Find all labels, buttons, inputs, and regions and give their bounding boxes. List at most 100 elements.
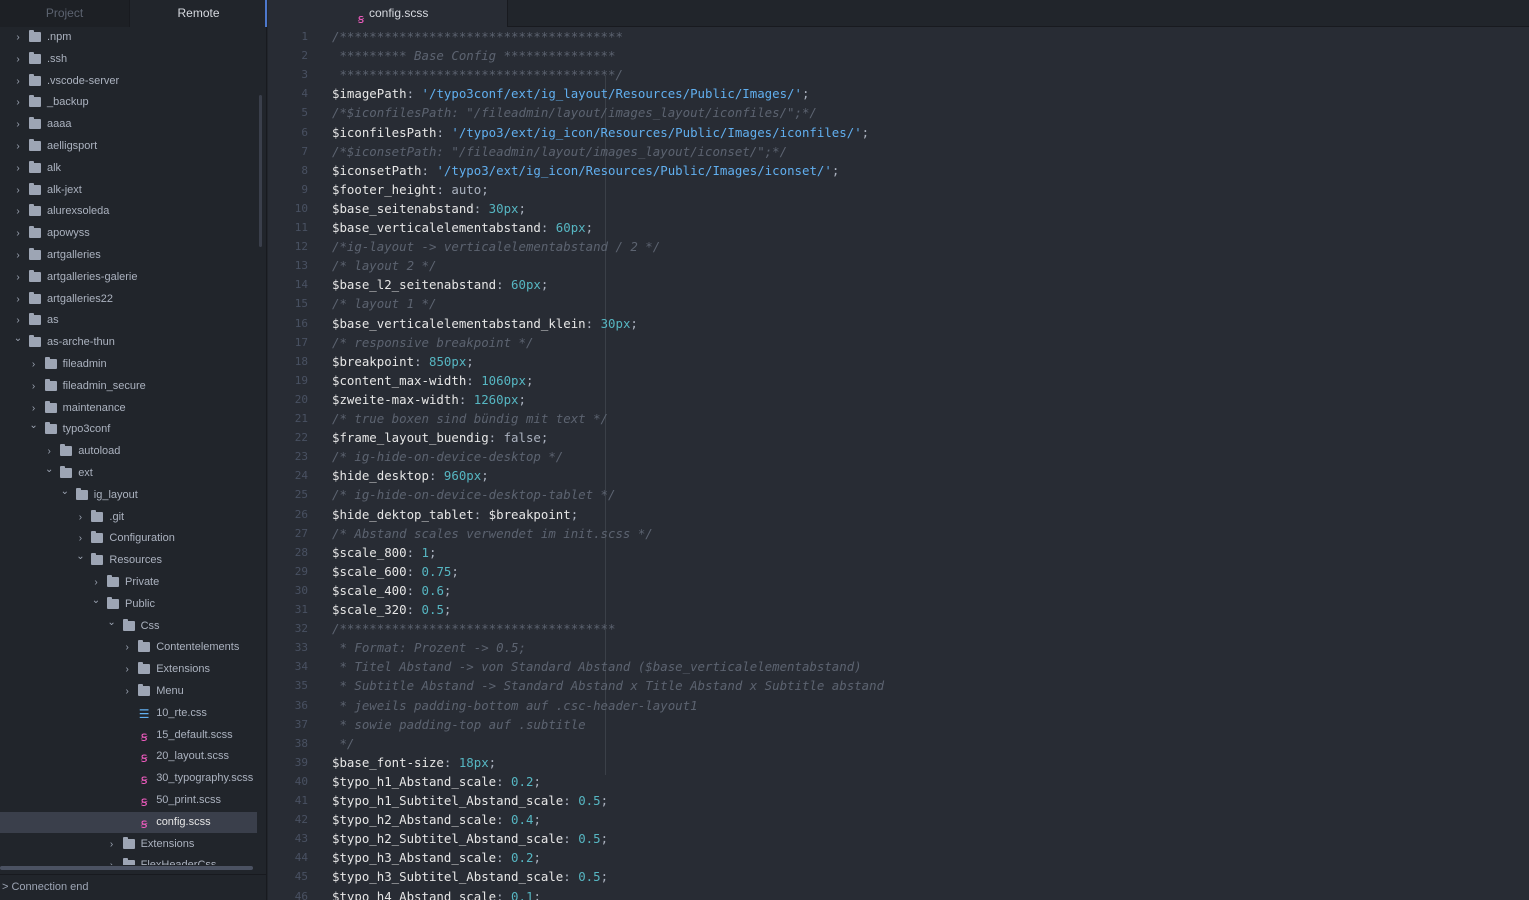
chevron-right-icon[interactable]: › bbox=[13, 49, 23, 70]
code-line[interactable]: 11 $base_verticalelementabstand: 60px; bbox=[268, 218, 1529, 237]
tree-folder[interactable]: › Contentelements bbox=[0, 637, 257, 658]
tree-folder[interactable]: › .git bbox=[0, 507, 257, 528]
code-line[interactable]: 34 * Titel Abstand -> von Standard Absta… bbox=[268, 657, 1529, 676]
tree-folder[interactable]: › Configuration bbox=[0, 528, 257, 549]
tree-folder[interactable]: › alk-jext bbox=[0, 180, 257, 201]
tab-project[interactable]: Project bbox=[0, 0, 130, 27]
tree-file[interactable]: ꞩ 50_print.scss bbox=[0, 790, 257, 811]
chevron-right-icon[interactable]: › bbox=[13, 158, 23, 179]
code-line[interactable]: 9 $footer_height: auto; bbox=[268, 180, 1529, 199]
chevron-right-icon[interactable]: › bbox=[13, 27, 23, 48]
code-line[interactable]: 38 */ bbox=[268, 734, 1529, 753]
code-line[interactable]: 45 $typo_h3_Subtitel_Abstand_scale: 0.5; bbox=[268, 867, 1529, 886]
code-line[interactable]: 22 $frame_layout_buendig: false; bbox=[268, 428, 1529, 447]
tree-folder[interactable]: › fileadmin_secure bbox=[0, 376, 257, 397]
code-line[interactable]: 28 $scale_800: 1; bbox=[268, 543, 1529, 562]
tree-folder[interactable]: ⌄ as-arche-thun bbox=[0, 332, 257, 353]
tree-folder[interactable]: › apowyss bbox=[0, 223, 257, 244]
tree-folder[interactable]: › alk bbox=[0, 158, 257, 179]
code-line[interactable]: 14 $base_l2_seitenabstand: 60px; bbox=[268, 275, 1529, 294]
tree-folder[interactable]: › autoload bbox=[0, 441, 257, 462]
chevron-right-icon[interactable]: › bbox=[13, 114, 23, 135]
tree-folder[interactable]: › Menu bbox=[0, 681, 257, 702]
tree-vertical-scrollbar[interactable] bbox=[259, 95, 262, 247]
tree-file[interactable]: ꞩ 30_typography.scss bbox=[0, 768, 257, 789]
tree-file[interactable]: ꞩ 20_layout.scss bbox=[0, 746, 257, 767]
code-line[interactable]: 40 $typo_h1_Abstand_scale: 0.2; bbox=[268, 772, 1529, 791]
chevron-down-icon[interactable]: ⌄ bbox=[91, 590, 101, 611]
code-line[interactable]: 43 $typo_h2_Subtitel_Abstand_scale: 0.5; bbox=[268, 829, 1529, 848]
code-line[interactable]: 6 $iconfilesPath: '/typo3/ext/ig_icon/Res… bbox=[268, 123, 1529, 142]
code-line[interactable]: 12 /*ig-layout -> verticalelementabstand … bbox=[268, 237, 1529, 256]
tree-folder[interactable]: › _backup bbox=[0, 92, 257, 113]
code-line[interactable]: 15 /* layout 1 */ bbox=[268, 294, 1529, 313]
code-line[interactable]: 31 $scale_320: 0.5; bbox=[268, 600, 1529, 619]
tree-folder[interactable]: › .ssh bbox=[0, 49, 257, 70]
tree-folder[interactable]: › artgalleries-galerie bbox=[0, 267, 257, 288]
code-line[interactable]: 37 * sowie padding-top auf .subtitle bbox=[268, 715, 1529, 734]
chevron-right-icon[interactable]: › bbox=[13, 92, 23, 113]
chevron-right-icon[interactable]: › bbox=[107, 834, 117, 855]
code-line[interactable]: 35 * Subtitle Abstand -> Standard Abstan… bbox=[268, 676, 1529, 695]
code-line[interactable]: 16 $base_verticalelementabstand_klein: 30… bbox=[268, 314, 1529, 333]
chevron-right-icon[interactable]: › bbox=[13, 201, 23, 222]
tree-folder[interactable]: ⌄ ext bbox=[0, 463, 257, 484]
chevron-right-icon[interactable]: › bbox=[13, 223, 23, 244]
code-line[interactable]: 30 $scale_400: 0.6; bbox=[268, 581, 1529, 600]
code-line[interactable]: 46 $typo_h4_Abstand_scale: 0.1; bbox=[268, 887, 1529, 900]
code-line[interactable]: 42 $typo_h2_Abstand_scale: 0.4; bbox=[268, 810, 1529, 829]
chevron-right-icon[interactable]: › bbox=[29, 376, 39, 397]
code-line[interactable]: 32 /************************************* bbox=[268, 619, 1529, 638]
tree-folder[interactable]: › Extensions bbox=[0, 834, 257, 855]
code-line[interactable]: 25 /* ig-hide-on-device-desktop-tablet */ bbox=[268, 485, 1529, 504]
tree-folder[interactable]: › .npm bbox=[0, 27, 257, 48]
chevron-right-icon[interactable]: › bbox=[13, 245, 23, 266]
chevron-down-icon[interactable]: ⌄ bbox=[13, 328, 23, 349]
tree-folder[interactable]: › FlexHeaderCss bbox=[0, 855, 257, 865]
code-line[interactable]: 17 /* responsive breakpoint */ bbox=[268, 333, 1529, 352]
tree-folder[interactable]: › aelligsport bbox=[0, 136, 257, 157]
editor-tab-config-scss[interactable]: ꞩ config.scss bbox=[268, 0, 508, 27]
tree-folder[interactable]: › artgalleries22 bbox=[0, 289, 257, 310]
code-line[interactable]: 29 $scale_600: 0.75; bbox=[268, 562, 1529, 581]
tree-folder[interactable]: ⌄ ig_layout bbox=[0, 485, 257, 506]
code-line[interactable]: 20 $zweite-max-width: 1260px; bbox=[268, 390, 1529, 409]
chevron-down-icon[interactable]: ⌄ bbox=[44, 459, 54, 480]
tree-folder[interactable]: › Extensions bbox=[0, 659, 257, 680]
chevron-right-icon[interactable]: › bbox=[13, 71, 23, 92]
tree-folder[interactable]: › as bbox=[0, 310, 257, 331]
tree-file[interactable]: ꞩ config.scss bbox=[0, 811, 257, 833]
code-area[interactable]: 1/**************************************… bbox=[268, 27, 1529, 900]
code-line[interactable]: 1 /************************************** bbox=[268, 27, 1529, 46]
code-line[interactable]: 19 $content_max-width: 1060px; bbox=[268, 371, 1529, 390]
code-line[interactable]: 21 /* true boxen sind bündig mit text */ bbox=[268, 409, 1529, 428]
tree-folder[interactable]: › artgalleries bbox=[0, 245, 257, 266]
code-line[interactable]: 4 $imagePath: '/typo3conf/ext/ig_layout/R… bbox=[268, 84, 1529, 103]
chevron-right-icon[interactable]: › bbox=[75, 507, 85, 528]
chevron-right-icon[interactable]: › bbox=[107, 855, 117, 865]
code-line[interactable]: 2 ********* Base Config *************** bbox=[268, 46, 1529, 65]
chevron-down-icon[interactable]: ⌄ bbox=[60, 481, 70, 502]
tree-folder[interactable]: ⌄ Public bbox=[0, 594, 257, 615]
code-line[interactable]: 39 $base_font-size: 18px; bbox=[268, 753, 1529, 772]
tree-file[interactable]: ☰ 10_rte.css bbox=[0, 703, 257, 724]
tree-folder[interactable]: ⌄ Css bbox=[0, 616, 257, 637]
code-line[interactable]: 18 $breakpoint: 850px; bbox=[268, 352, 1529, 371]
chevron-right-icon[interactable]: › bbox=[29, 354, 39, 375]
code-line[interactable]: 23 /* ig-hide-on-device-desktop */ bbox=[268, 447, 1529, 466]
code-line[interactable]: 3 *************************************/ bbox=[268, 65, 1529, 84]
chevron-right-icon[interactable]: › bbox=[122, 637, 132, 658]
tab-remote[interactable]: Remote bbox=[130, 0, 267, 27]
code-line[interactable]: 44 $typo_h3_Abstand_scale: 0.2; bbox=[268, 848, 1529, 867]
tree-folder[interactable]: › aaaa bbox=[0, 114, 257, 135]
chevron-right-icon[interactable]: › bbox=[13, 136, 23, 157]
code-line[interactable]: 33 * Format: Prozent -> 0.5; bbox=[268, 638, 1529, 657]
chevron-down-icon[interactable]: ⌄ bbox=[75, 546, 85, 567]
chevron-right-icon[interactable]: › bbox=[122, 681, 132, 702]
chevron-right-icon[interactable]: › bbox=[13, 267, 23, 288]
code-line[interactable]: 36 * jeweils padding-bottom auf .csc-hea… bbox=[268, 696, 1529, 715]
tree-folder[interactable]: › Private bbox=[0, 572, 257, 593]
tree-folder[interactable]: ⌄ typo3conf bbox=[0, 419, 257, 440]
code-line[interactable]: 7 /*$iconsetPath: "/fileadmin/layout/imag… bbox=[268, 142, 1529, 161]
chevron-down-icon[interactable]: ⌄ bbox=[29, 415, 39, 436]
